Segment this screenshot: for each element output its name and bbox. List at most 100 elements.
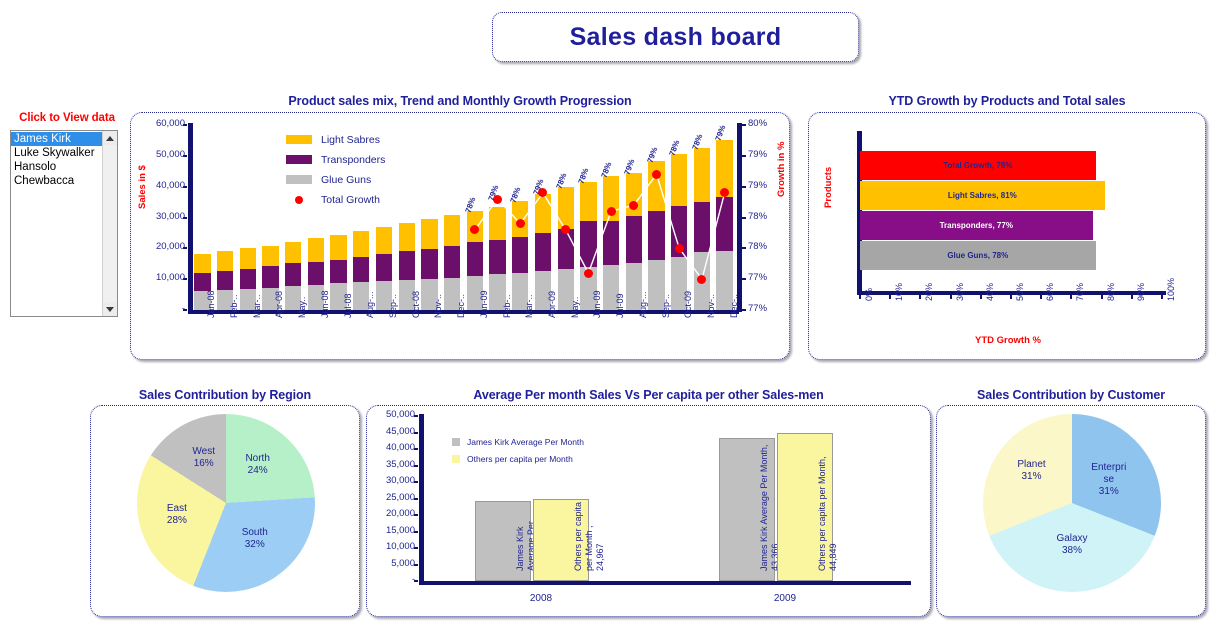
region-pie-title: Sales Contribution by Region <box>138 388 312 402</box>
legend-item: Light Sabres <box>286 131 385 148</box>
pie-slice-label: South 32% <box>241 526 268 550</box>
legend-swatch <box>286 155 312 164</box>
ytd-x-axis-title: YTD Growth % <box>975 335 1041 346</box>
avg-y-tick-label: 45,000 <box>385 425 415 437</box>
main-y-tick-label: 20,000 <box>155 241 185 253</box>
ytd-bar: Total Growth, 78% <box>860 151 1096 180</box>
region-pie-chart: North 24% South 32% East 28% West 16% <box>137 414 315 592</box>
avg-y-tick-label: 25,000 <box>385 491 415 503</box>
legend-swatch <box>286 135 312 144</box>
legend-swatch <box>452 437 460 446</box>
avg-y-tick-label: 5,000 <box>391 557 415 569</box>
growth-data-point <box>674 243 684 253</box>
pie-slice-label: Enterpri se 31% <box>1091 461 1127 497</box>
legend-dot-icon <box>295 195 303 204</box>
legend-label: Transponders <box>321 153 386 166</box>
ytd-x-tick-label: 0% <box>864 287 874 301</box>
ytd-growth-plot: 0% 10% 20% 30% 40% 50% 60% 70% 80% 90% 100% Total G… <box>857 131 1176 301</box>
main-y2-tick-label: 79% <box>748 148 768 160</box>
ytd-x-tick-label: 50% <box>1015 282 1025 301</box>
legend-swatch <box>286 175 312 184</box>
ytd-bar: Light Sabres, 81% <box>860 181 1105 210</box>
listbox-items[interactable]: James Kirk Luke Skywalker Hansolo Chewbacca <box>11 131 102 316</box>
selector-label: Click to View data <box>19 112 115 124</box>
growth-data-point <box>652 169 662 179</box>
ytd-x-tick-label: 40% <box>984 282 995 301</box>
legend-item: James Kirk Average Per Month <box>452 434 584 449</box>
avg-y-tick-label: 50,000 <box>385 409 415 420</box>
avg-y-axis <box>419 414 424 583</box>
ytd-x-tick-label: 20% <box>924 282 935 301</box>
legend-label: Glue Guns <box>321 173 372 186</box>
listbox-item[interactable]: Luke Skywalker <box>11 146 102 160</box>
product-sales-mix-title: Product sales mix, Trend and Monthly Gro… <box>288 94 632 108</box>
main-y-tick-label: 40,000 <box>155 179 185 191</box>
product-sales-mix-panel: Sales in $ Growth in % -10,000 20,000 30,0… <box>130 112 790 360</box>
avg-x-axis <box>419 581 911 585</box>
average-per-month-legend: James Kirk Average Per Month Others per c… <box>452 434 584 468</box>
avg-x-tick-label: 2009 <box>773 593 797 604</box>
main-y2-tick-label: 78% <box>748 210 768 222</box>
customer-pie-panel: Enterpri se 31% Galaxy 38% Planet 31% <box>936 405 1206 617</box>
avg-y-tick-label: 10,000 <box>385 541 415 552</box>
listbox-item[interactable]: Hansolo <box>11 160 102 174</box>
ytd-y-axis-title: Products <box>823 166 834 208</box>
avg-x-tick-label: 2008 <box>529 593 553 604</box>
triangle-up-icon[interactable] <box>103 131 117 145</box>
ytd-bar: Transponders, 77% <box>860 211 1093 240</box>
legend-item: Others per capita per Month <box>452 451 584 466</box>
avg-y-tick-label: 15,000 <box>385 524 415 536</box>
main-y-tick-label: 50,000 <box>155 148 185 160</box>
ytd-x-tick-label: 70% <box>1075 282 1086 301</box>
ytd-x-tick-label: 80% <box>1105 282 1116 301</box>
pie-slice-label: Galaxy 38% <box>1056 533 1088 557</box>
triangle-down-icon[interactable] <box>103 302 117 316</box>
avg-y-tick-label: - <box>411 574 415 585</box>
customer-pie-chart: Enterpri se 31% Galaxy 38% Planet 31% <box>983 414 1161 592</box>
listbox-item[interactable]: Chewbacca <box>11 174 102 188</box>
avg-y-tick-label: 20,000 <box>385 508 415 519</box>
main-y2-tick-label: 77% <box>748 272 768 284</box>
growth-data-point <box>583 268 593 278</box>
average-per-month-panel: - 5,000 10,000 15,000 20,000 25,000 30,000 35,0… <box>366 405 931 617</box>
legend-label: James Kirk Average Per Month <box>467 436 585 447</box>
product-sales-mix-plot: - 10,000 20,000 30,000 40,000 50,000 60,000 77%… <box>156 118 767 318</box>
ytd-x-tick-label: 90% <box>1135 282 1146 301</box>
main-y-tick-label: - <box>181 303 185 314</box>
main-y2-tick-label: 80% <box>748 118 768 129</box>
avg-bar-label: Others per capita per Month , 24,967 <box>573 501 605 571</box>
listbox-item[interactable]: James Kirk <box>11 132 102 146</box>
ytd-bar: Glue Guns, 78% <box>860 241 1096 270</box>
legend-label: Light Sabres <box>321 133 380 146</box>
legend-label: Others per capita per Month <box>467 453 573 464</box>
ytd-growth-title: YTD Growth by Products and Total sales <box>888 94 1126 108</box>
product-sales-mix-legend: Light Sabres Transponders Glue Guns Total G… <box>286 131 385 211</box>
avg-y-tick-label: 35,000 <box>385 458 415 470</box>
main-y2-tick-label: 77% <box>748 303 768 314</box>
ytd-x-tick-label: 30% <box>954 282 965 301</box>
ytd-x-tick-label: 10% <box>894 282 905 301</box>
avg-y-tick-label: 30,000 <box>385 475 415 486</box>
salesman-listbox[interactable]: James Kirk Luke Skywalker Hansolo Chewbacca <box>10 130 118 317</box>
pie-slices <box>983 414 1161 592</box>
main-y-tick-label: 10,000 <box>155 272 185 284</box>
avg-bar-label: Others per capita per Month, 44,849 <box>817 456 838 571</box>
pie-slice-label: Planet 31% <box>1017 459 1046 483</box>
dashboard-banner: Sales dash board <box>492 12 859 62</box>
growth-data-point <box>629 200 639 210</box>
growth-data-point <box>515 219 525 229</box>
main-y-tick-label: 30,000 <box>155 210 185 222</box>
main-y2-tick-label: 79% <box>748 179 768 191</box>
dashboard-title: Sales dash board <box>569 22 782 51</box>
average-per-month-title: Average Per month Sales Vs Per capita pe… <box>473 388 824 402</box>
listbox-scrollbar[interactable] <box>102 131 117 316</box>
growth-data-point <box>606 206 616 216</box>
customer-pie-title: Sales Contribution by Customer <box>977 388 1165 402</box>
legend-label: Total Growth <box>321 193 380 206</box>
pie-slice-label: West 16% <box>192 446 215 470</box>
ytd-growth-panel: Products YTD Growth % 0% 10% 20% 30% 40% 50% 6… <box>808 112 1206 360</box>
ytd-x-tick-label: 60% <box>1045 282 1056 301</box>
legend-item: Total Growth <box>286 191 385 208</box>
ytd-x-tick-label: 100% <box>1166 277 1176 301</box>
region-pie-panel: North 24% South 32% East 28% West 16% <box>90 405 360 617</box>
